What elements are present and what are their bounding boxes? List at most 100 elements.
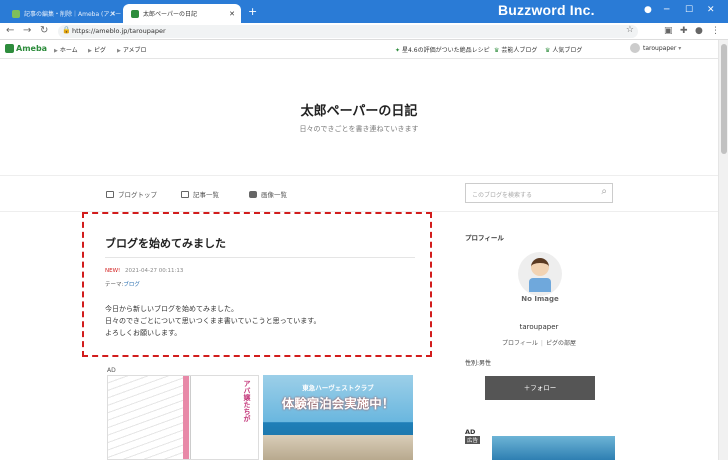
- avatar: [630, 43, 640, 53]
- no-image-label: No Image: [521, 295, 559, 303]
- close-window-icon[interactable]: ✕: [707, 5, 715, 15]
- triangle-icon: ▶: [88, 48, 92, 54]
- forward-icon[interactable]: →: [23, 25, 31, 36]
- address-bar-row: ← → ↻ 🔒 https://ameblo.jp/taroupaper ☆ ▣…: [0, 23, 728, 40]
- article-title[interactable]: ブログを始めてみました: [105, 235, 226, 251]
- tab-label: 記事の編集・削除｜Ameba (アメー: [24, 11, 122, 18]
- ad-headline: 東急ハーヴェストクラブ: [302, 384, 374, 392]
- copy-icon: [181, 190, 189, 198]
- tab-label: 太郎ペーパーの日記: [143, 11, 197, 18]
- nav-celebrity-blogs[interactable]: ♛ 芸能人ブログ: [494, 45, 537, 54]
- avatar-body: [529, 278, 551, 292]
- nav-recipe-label: 星4.6の評価がついた絶品レシピ: [402, 47, 490, 54]
- resort-ad-banner[interactable]: 東急ハーヴェストクラブ 体験宿泊会実施中！: [263, 375, 413, 460]
- url-field[interactable]: 🔒 https://ameblo.jp/taroupaper ☆: [58, 25, 638, 38]
- ad-caption: アバ嬢たちが: [243, 380, 251, 422]
- ameba-logo[interactable]: Ameba: [5, 44, 47, 53]
- scrollbar-thumb[interactable]: [721, 44, 727, 154]
- follow-button[interactable]: ＋フォロー: [485, 376, 595, 400]
- account-icon[interactable]: ●: [695, 26, 703, 36]
- minimize-icon[interactable]: ─: [664, 5, 669, 15]
- new-badge: NEW!: [105, 268, 121, 274]
- ad-tag: 広告: [465, 436, 481, 444]
- article-date: 2021-04-27 00:11:13: [124, 268, 184, 274]
- crown-icon: ♛: [494, 47, 500, 54]
- subnav-label: 記事一覧: [193, 191, 219, 199]
- tab-edit-articles[interactable]: 記事の編集・削除｜Ameba (アメー ✕: [4, 4, 122, 23]
- theme-link[interactable]: ブログ: [123, 282, 140, 288]
- nav-popular-label: 人気ブログ: [552, 47, 583, 54]
- chevron-down-icon: ▾: [678, 44, 682, 52]
- blog-description: 日々のできごとを書き連ねていきます: [299, 125, 419, 133]
- profile-name[interactable]: taroupaper: [465, 323, 613, 331]
- profile-dot-icon[interactable]: ●: [644, 5, 652, 15]
- blog-search-input[interactable]: このブログを検索する ⌕: [465, 183, 613, 203]
- tab-favicon-icon: [12, 9, 20, 18]
- profile-avatar[interactable]: [518, 252, 562, 296]
- subnav-blog-top[interactable]: ブログトップ: [106, 189, 157, 199]
- profile-heading: プロフィール: [465, 234, 504, 242]
- profile-gender: 性別:男性: [465, 360, 492, 367]
- article-line: よろしくお願いします。: [105, 329, 182, 337]
- sidebar-ad-heading: AD: [465, 428, 476, 436]
- subnav-article-list[interactable]: 記事一覧: [181, 189, 219, 199]
- avatar-head: [531, 258, 549, 276]
- ad-stripe: [183, 376, 189, 459]
- close-icon[interactable]: ✕: [110, 10, 116, 18]
- profile-links: プロフィール | ピグの部屋: [465, 338, 613, 347]
- blog-title[interactable]: 太郎ペーパーの日記: [0, 100, 718, 119]
- user-name: taroupaper: [643, 44, 677, 52]
- ad-subheadline: 体験宿泊会実施中！: [281, 396, 395, 411]
- menu-icon[interactable]: ⋮: [711, 26, 720, 36]
- article-line: 日々のできごとについて思いつくまま書いていこうと思っています。: [105, 317, 321, 325]
- ameba-header: Ameba ▶ ホーム ▶ ピグ ▶ アメブロ ✦ 星4.6の評価がついた絶品レシピ ♛…: [0, 40, 718, 59]
- camera-icon: [249, 190, 257, 198]
- manga-ad-banner[interactable]: アバ嬢たちが: [107, 375, 259, 460]
- reload-icon[interactable]: ↻: [40, 25, 48, 36]
- nav-pigg-label: ピグ: [93, 47, 106, 54]
- brand-watermark: Buzzword Inc.: [498, 2, 595, 18]
- url-text: https://ameblo.jp/taroupaper: [72, 27, 166, 35]
- search-placeholder: このブログを検索する: [472, 192, 533, 199]
- nav-celebrity-label: 芸能人ブログ: [501, 47, 538, 54]
- nav-recipe[interactable]: ✦ 星4.6の評価がついた絶品レシピ: [395, 45, 490, 54]
- nav-popular-blogs[interactable]: ♛ 人気ブログ: [545, 45, 582, 54]
- sidebar-ad[interactable]: 広告: [465, 436, 615, 460]
- manga-illustration: [108, 376, 183, 459]
- nav-ameblo[interactable]: ▶ アメブロ: [117, 45, 147, 54]
- ameba-logo-text: Ameba: [16, 44, 48, 53]
- profile-link[interactable]: プロフィール: [502, 340, 538, 347]
- ad-label: AD: [107, 367, 116, 374]
- new-tab-icon[interactable]: +: [248, 5, 257, 18]
- sparkle-icon: ✦: [395, 47, 401, 54]
- maximize-icon[interactable]: ☐: [685, 5, 693, 15]
- user-menu[interactable]: taroupaper ▾: [630, 43, 681, 53]
- tab-blog[interactable]: 太郎ペーパーの日記 ✕: [123, 4, 241, 23]
- nav-home[interactable]: ▶ ホーム: [54, 45, 78, 54]
- extension-icon[interactable]: ▣: [664, 26, 673, 36]
- search-icon[interactable]: ⌕: [601, 186, 607, 197]
- article-line: 今日から新しいブログを始めてみました。: [105, 305, 238, 313]
- nav-ameblo-label: アメブロ: [122, 47, 147, 54]
- document-icon: [106, 190, 114, 198]
- close-icon[interactable]: ✕: [229, 10, 235, 18]
- triangle-icon: ▶: [54, 48, 58, 54]
- resort-deck-image: [263, 435, 413, 460]
- triangle-icon: ▶: [117, 48, 121, 54]
- article-body: 今日から新しいブログを始めてみました。 日々のできごとについて思いつくまま書いて…: [105, 303, 321, 339]
- puzzle-icon[interactable]: ✚: [680, 26, 688, 36]
- browser-titlebar: 記事の編集・削除｜Ameba (アメー ✕ 太郎ペーパーの日記 ✕ + Buzz…: [0, 0, 728, 23]
- sidebar-ad-image: [492, 436, 615, 460]
- pigg-room-link[interactable]: ピグの部屋: [546, 340, 576, 347]
- subnav-image-list[interactable]: 画像一覧: [249, 189, 287, 199]
- divider: [105, 257, 415, 258]
- bookmark-star-icon[interactable]: ☆: [626, 25, 634, 35]
- article-meta: NEW! 2021-04-27 00:11:13: [105, 268, 183, 274]
- back-icon[interactable]: ←: [6, 25, 14, 36]
- blog-subnav: ブログトップ 記事一覧 画像一覧 このブログを検索する ⌕: [0, 175, 718, 212]
- nav-pigg[interactable]: ▶ ピグ: [88, 45, 106, 54]
- page-scrollbar[interactable]: [718, 40, 728, 460]
- separator: |: [540, 340, 543, 347]
- theme-prefix: テーマ:: [105, 282, 124, 288]
- ameba-logo-icon: [5, 44, 14, 53]
